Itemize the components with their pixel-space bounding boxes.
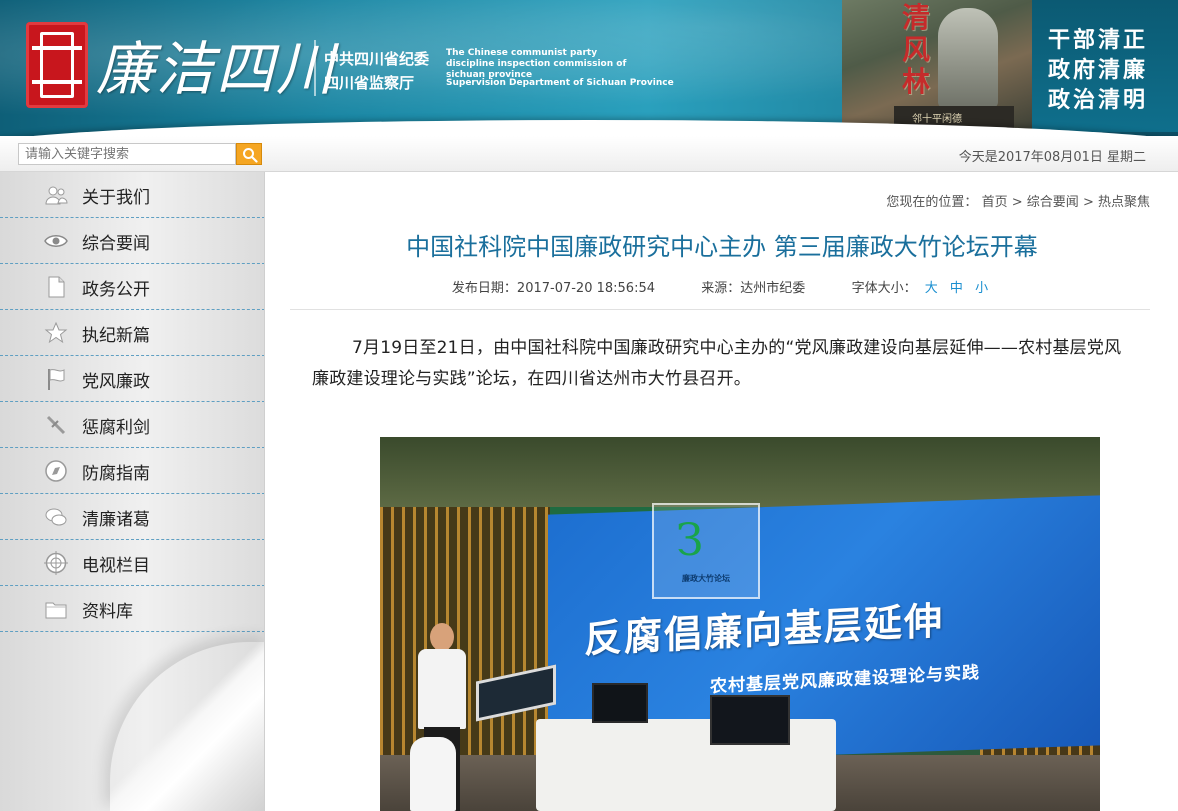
page-curl-decoration	[110, 642, 264, 811]
sidebar-item-affairs[interactable]: 政务公开	[0, 264, 264, 310]
font-size-small-button[interactable]: 小	[975, 281, 988, 296]
sword-icon	[46, 415, 66, 435]
sidebar-item-label: 政务公开	[82, 280, 150, 300]
org-name-cn-1: 中共四川省纪委	[324, 50, 430, 68]
sidebar-item-zhuge[interactable]: 清廉诸葛	[0, 494, 264, 540]
statue-figure	[938, 8, 998, 108]
sidebar-item-discipline[interactable]: 执纪新篇	[0, 310, 264, 356]
site-logo-text[interactable]: 廉洁四川	[96, 22, 336, 106]
article-meta: 发布日期：2017-07-20 18:56:54 来源：达州市纪委 字体大小： …	[266, 277, 1178, 296]
motto-line-3: 政治清明	[1048, 87, 1149, 113]
font-size-large-button[interactable]: 大	[925, 281, 938, 296]
search-input[interactable]	[18, 143, 236, 165]
sidebar-item-label: 关于我们	[82, 188, 150, 208]
sidebar-item-label: 电视栏目	[82, 556, 150, 576]
meta-divider	[290, 309, 1150, 310]
sidebar-item-guide[interactable]: 防腐指南	[0, 448, 264, 494]
search-bar: 今天是2017年08月01日 星期二	[0, 136, 1178, 172]
breadcrumb: 您现在的位置： 首页 > 综合要闻 > 热点聚焦	[886, 191, 1150, 210]
photo-desk	[536, 719, 836, 811]
sidebar-item-news[interactable]: 综合要闻	[0, 218, 264, 264]
person-head	[430, 623, 454, 651]
eye-icon	[44, 235, 68, 247]
motto-panel: 干部清正 政府清廉 政治清明	[1032, 0, 1178, 132]
article-title: 中国社科院中国廉政研究中心主办 第三届廉政大竹论坛开幕	[406, 233, 1038, 261]
page: 廉洁四川 中共四川省纪委 四川省监察厅 The Chinese communis…	[0, 0, 1178, 811]
photo-monitor	[710, 695, 790, 745]
sidebar-nav: 关于我们 综合要闻 政务公开 执纪新篇 党风廉政 惩腐利剑 防腐指南 清廉诸葛 …	[0, 172, 265, 811]
people-icon	[45, 186, 68, 205]
sidebar-item-label: 党风廉政	[82, 372, 150, 392]
motto-line-2: 政府清廉	[1048, 57, 1149, 83]
photo-calligraphy: 清风林	[902, 1, 931, 98]
chat-icon	[45, 508, 67, 526]
logo-divider	[314, 40, 316, 96]
org-name-en-1: The Chinese communist party discipline i…	[446, 48, 627, 80]
sidebar-item-about[interactable]: 关于我们	[0, 172, 264, 218]
sidebar-item-label: 资料库	[82, 602, 133, 622]
flag-icon	[48, 369, 65, 390]
compass-icon	[45, 460, 67, 482]
org-name-en-2: Supervision Department of Sichuan Provin…	[446, 78, 674, 88]
sidebar-item-library[interactable]: 资料库	[0, 586, 264, 632]
seal-logo[interactable]	[26, 22, 88, 108]
forum-logo: З 廉政大竹论坛	[652, 503, 760, 599]
photo-ceiling	[380, 437, 1100, 507]
motto-line-1: 干部清正	[1048, 27, 1149, 53]
breadcrumb-sep: >	[1011, 195, 1023, 210]
photo-plaque: 邻十平闲德	[912, 114, 962, 125]
article-paragraph: 7月19日至21日，由中国社科院中国廉政研究中心主办的“党风廉政建设向基层延伸—…	[312, 338, 1122, 389]
sidebar-item-label: 惩腐利剑	[82, 418, 150, 438]
font-size-medium-button[interactable]: 中	[950, 281, 963, 296]
date-text: 今天是2017年08月01日 星期二	[958, 150, 1146, 165]
breadcrumb-hot[interactable]: 热点聚焦	[1098, 195, 1150, 210]
source-label: 来源：	[701, 281, 741, 296]
person-shirt	[418, 649, 466, 729]
forum-logo-mark: З	[676, 515, 704, 566]
org-name-cn-2: 四川省监察厅	[324, 74, 415, 92]
folder-icon	[45, 602, 67, 619]
main-content: 您现在的位置： 首页 > 综合要闻 > 热点聚焦 中国社科院中国廉政研究中心主办…	[266, 172, 1178, 811]
photo-monitor-small	[592, 683, 648, 723]
sidebar-item-tv[interactable]: 电视栏目	[0, 540, 264, 586]
search-button[interactable]	[236, 143, 262, 165]
target-icon	[44, 551, 68, 575]
seal-bar-bottom	[32, 80, 82, 84]
publish-date: 2017-07-20 18:56:54	[516, 281, 655, 296]
sidebar-item-party[interactable]: 党风廉政	[0, 356, 264, 402]
sidebar-item-label: 防腐指南	[82, 464, 150, 484]
sidebar-item-label: 执纪新篇	[82, 326, 150, 346]
article-photo: З 廉政大竹论坛 反腐倡廉向基层延伸 农村基层党风廉政建设理论与实践	[380, 437, 1100, 811]
search-icon	[243, 148, 258, 163]
seal-mark	[40, 32, 74, 98]
photo-chair	[410, 737, 456, 811]
sidebar-item-label: 综合要闻	[82, 234, 150, 254]
source-value: 达州市纪委	[740, 281, 806, 296]
publish-date-label: 发布日期：	[451, 281, 517, 296]
font-size-label: 字体大小：	[851, 281, 917, 296]
header-photo: 清风林 邻十平闲德	[842, 0, 1032, 132]
breadcrumb-home[interactable]: 首页	[982, 195, 1008, 210]
site-header: 廉洁四川 中共四川省纪委 四川省监察厅 The Chinese communis…	[0, 0, 1178, 136]
document-icon	[48, 276, 65, 298]
forum-logo-text: 廉政大竹论坛	[682, 574, 730, 583]
sidebar-item-label: 清廉诸葛	[82, 510, 150, 530]
sidebar-item-anticorruption[interactable]: 惩腐利剑	[0, 402, 264, 448]
seal-bar-top	[32, 46, 82, 50]
breadcrumb-sep: >	[1082, 195, 1094, 210]
breadcrumb-news[interactable]: 综合要闻	[1027, 195, 1079, 210]
star-icon	[44, 321, 68, 344]
breadcrumb-prefix: 您现在的位置：	[886, 195, 978, 210]
